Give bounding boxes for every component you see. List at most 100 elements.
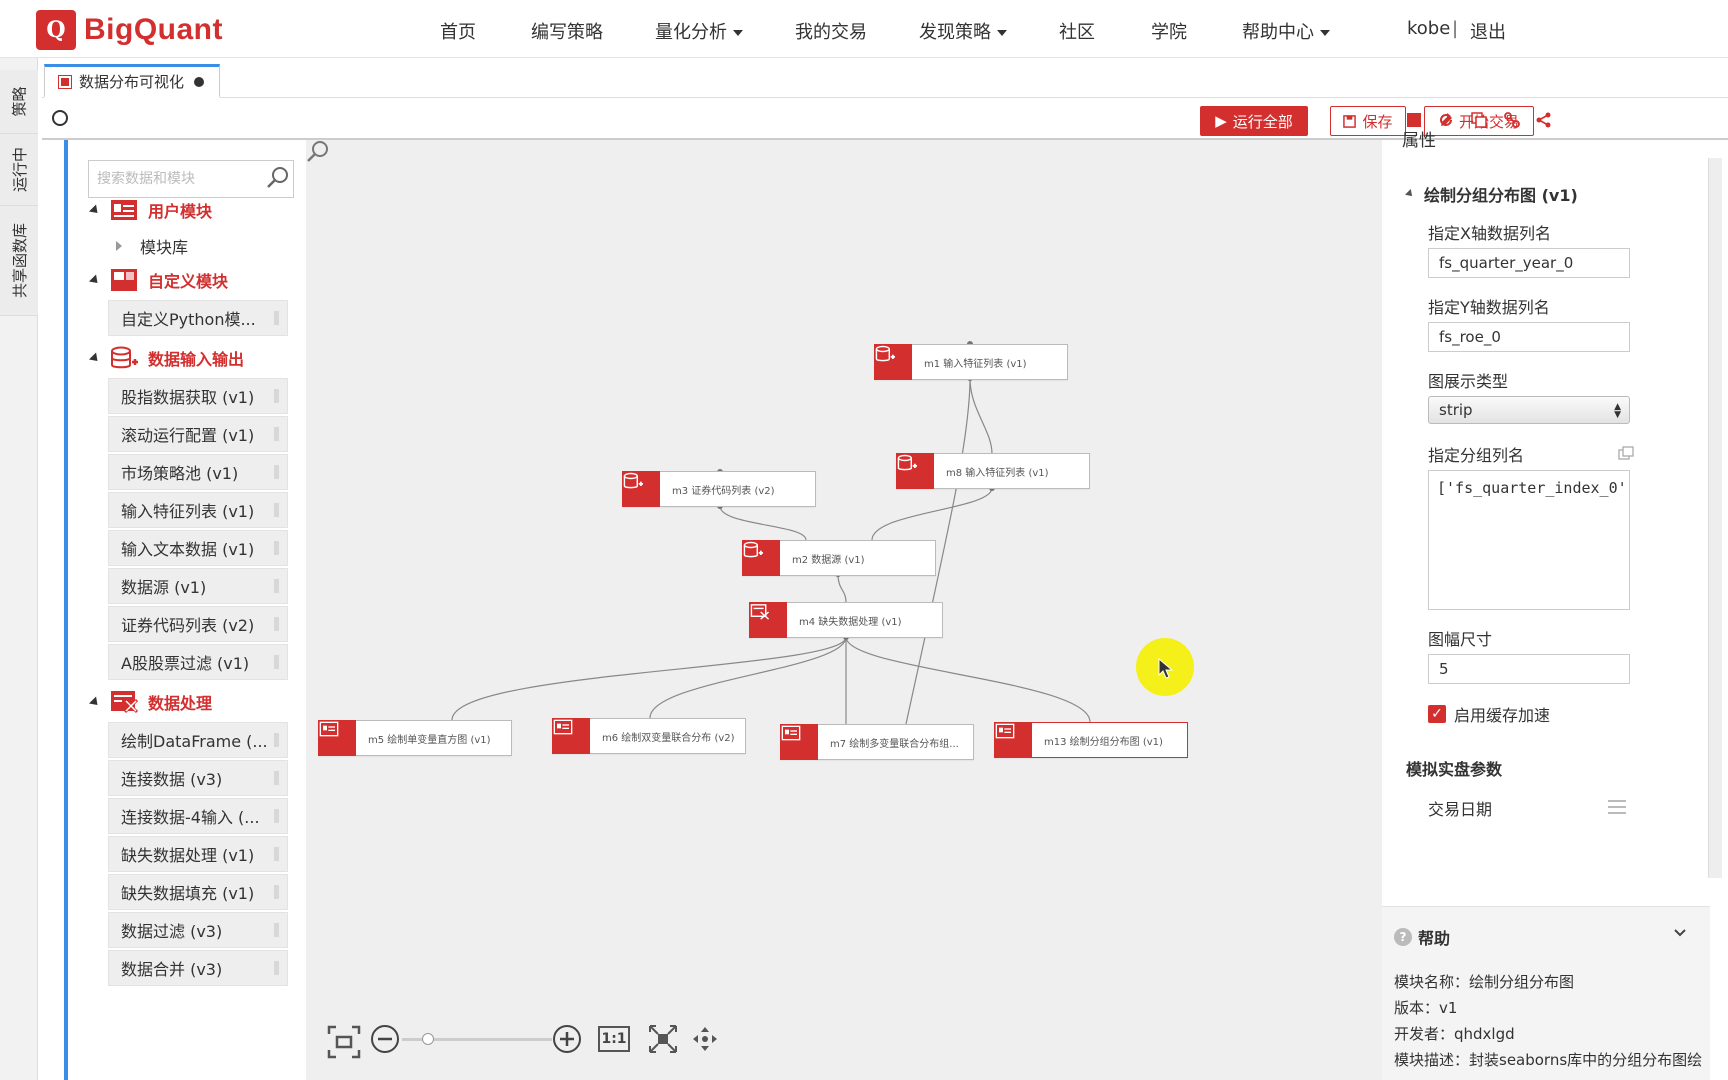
node-m8[interactable]: m8 输入特征列表 (v1) bbox=[896, 453, 1090, 489]
help-developer: 开发者：qhdxlgd bbox=[1394, 1025, 1515, 1043]
nav-my-trades[interactable]: 我的交易 bbox=[795, 18, 867, 44]
list-item[interactable]: 股指数据获取 (v1) bbox=[108, 378, 288, 414]
nav-quant-analysis[interactable]: 量化分析 bbox=[655, 18, 743, 44]
y-column-label: 指定Y轴数据列名 bbox=[1428, 298, 1550, 317]
help-header[interactable]: ? 帮助 bbox=[1394, 925, 1450, 949]
help-version: 版本：v1 bbox=[1394, 999, 1458, 1017]
y-column-input[interactable] bbox=[1428, 322, 1630, 352]
properties-scrollbar[interactable] bbox=[1708, 158, 1722, 878]
document-tabbar: 数据分布可视化 bbox=[42, 58, 1728, 98]
expand-icon bbox=[88, 203, 102, 217]
list-item[interactable]: 缺失数据填充 (v1) bbox=[108, 874, 288, 910]
workflow-canvas[interactable]: m1 输入特征列表 (v1) m8 输入特征列表 (v1) m3 证券代码列表 … bbox=[306, 140, 1382, 1080]
menu-icon[interactable] bbox=[1608, 800, 1626, 814]
node-m2[interactable]: m2 数据源 (v1) bbox=[742, 540, 936, 576]
expand-editor-icon[interactable] bbox=[1618, 446, 1634, 460]
database-add-icon bbox=[111, 346, 138, 369]
list-item[interactable]: 数据源 (v1) bbox=[108, 568, 288, 604]
node-m7[interactable]: m7 绘制多变量联合分布组... bbox=[780, 724, 974, 760]
save-button[interactable]: 保存 bbox=[1330, 106, 1406, 136]
module-store-node[interactable]: 模块库 bbox=[116, 234, 188, 258]
node-label: m1 输入特征列表 (v1) bbox=[924, 358, 1027, 370]
group-custom-modules[interactable]: 自定义模块 bbox=[88, 268, 228, 292]
list-item[interactable]: 自定义Python模... bbox=[108, 300, 288, 336]
nav-write-strategy[interactable]: 编写策略 bbox=[531, 18, 603, 44]
nav-discover-label: 发现策略 bbox=[919, 22, 991, 43]
fit-screen-icon[interactable] bbox=[326, 1024, 362, 1060]
node-m5[interactable]: m5 绘制单变量直方图 (v1) bbox=[318, 720, 512, 756]
list-item[interactable]: 连接数据 (v3) bbox=[108, 760, 288, 796]
run-all-button[interactable]: ▶ 运行全部 bbox=[1200, 106, 1308, 136]
brand-logo[interactable]: Q BigQuant bbox=[36, 10, 223, 50]
list-item[interactable]: 输入文本数据 (v1) bbox=[108, 530, 288, 566]
nav-discover[interactable]: 发现策略 bbox=[919, 18, 1007, 44]
list-item[interactable]: 缺失数据处理 (v1) bbox=[108, 836, 288, 872]
copy-icon[interactable] bbox=[1469, 110, 1489, 130]
zoom-slider-handle[interactable] bbox=[422, 1033, 434, 1045]
list-item[interactable]: 数据过滤 (v3) bbox=[108, 912, 288, 948]
list-item[interactable]: 市场策略池 (v1) bbox=[108, 454, 288, 490]
zoom-controls: 1:1 bbox=[306, 990, 1382, 1080]
share-icon[interactable] bbox=[1534, 110, 1554, 130]
canvas-search-icon[interactable] bbox=[306, 140, 330, 164]
refresh-icon[interactable] bbox=[1436, 110, 1456, 130]
link-icon[interactable] bbox=[1502, 110, 1522, 130]
chevron-down-icon[interactable] bbox=[1674, 929, 1686, 937]
node-m3[interactable]: m3 证券代码列表 (v2) bbox=[622, 471, 816, 507]
group-column-textarea[interactable]: ['fs_quarter_index_0' bbox=[1428, 470, 1630, 610]
nav-home[interactable]: 首页 bbox=[440, 18, 476, 44]
mouse-cursor-icon bbox=[1158, 658, 1174, 679]
list-item[interactable]: 连接数据-4输入 (... bbox=[108, 798, 288, 834]
module-store-label: 模块库 bbox=[140, 238, 189, 257]
status-circle-icon[interactable] bbox=[52, 110, 68, 126]
side-tab-shared-functions[interactable]: 共享函数库 bbox=[0, 206, 38, 316]
x-column-input[interactable] bbox=[1428, 248, 1630, 278]
group-data-processing[interactable]: 数据处理 bbox=[88, 690, 213, 714]
collapse-icon bbox=[1405, 189, 1415, 199]
node-m6[interactable]: m6 绘制双变量联合分布 (v2) bbox=[552, 718, 746, 754]
list-item[interactable]: 输入特征列表 (v1) bbox=[108, 492, 288, 528]
group-user-modules[interactable]: 用户模块 bbox=[88, 198, 213, 222]
list-item[interactable]: 证券代码列表 (v2) bbox=[108, 606, 288, 642]
node-m1[interactable]: m1 输入特征列表 (v1) bbox=[874, 344, 1068, 380]
node-label: m6 绘制双变量联合分布 (v2) bbox=[602, 732, 735, 744]
list-item[interactable]: 绘制DataFrame (... bbox=[108, 722, 288, 758]
side-tab-strategy[interactable]: 策略 bbox=[0, 70, 38, 134]
node-label: m4 缺失数据处理 (v1) bbox=[799, 616, 902, 628]
module-search-input[interactable] bbox=[88, 160, 294, 198]
group-data-processing-label: 数据处理 bbox=[148, 694, 213, 713]
fullscreen-icon[interactable] bbox=[648, 1024, 678, 1054]
logout-link[interactable]: 退出 bbox=[1470, 18, 1506, 44]
list-item[interactable]: A股股票过滤 (v1) bbox=[108, 644, 288, 680]
figure-size-input[interactable] bbox=[1428, 654, 1630, 684]
side-tab-running[interactable]: 运行中 bbox=[0, 134, 38, 206]
top-navbar: Q BigQuant 首页 编写策略 量化分析 我的交易 发现策略 社区 学院 … bbox=[0, 0, 1728, 58]
chart-type-label: 图展示类型 bbox=[1428, 372, 1509, 391]
cache-checkbox[interactable]: ✓ 启用缓存加速 bbox=[1428, 702, 1550, 726]
document-tab[interactable]: 数据分布可视化 bbox=[44, 64, 220, 98]
nav-community[interactable]: 社区 bbox=[1059, 18, 1095, 44]
chevron-down-icon bbox=[997, 30, 1007, 36]
data-process-icon bbox=[749, 602, 787, 638]
node-m4[interactable]: m4 缺失数据处理 (v1) bbox=[749, 602, 943, 638]
nav-help-center[interactable]: 帮助中心 bbox=[1242, 18, 1330, 44]
zoom-in-icon[interactable] bbox=[552, 1024, 582, 1054]
nav-academy[interactable]: 学院 bbox=[1151, 18, 1187, 44]
close-icon[interactable] bbox=[194, 76, 205, 87]
zoom-out-icon[interactable] bbox=[370, 1024, 400, 1054]
properties-title: 属性 bbox=[1402, 131, 1436, 151]
user-card-icon bbox=[318, 720, 356, 756]
chart-type-select[interactable]: strip ▲ ▼ bbox=[1428, 396, 1630, 424]
group-user-modules-label: 用户模块 bbox=[148, 202, 213, 221]
list-item[interactable]: 滚动运行配置 (v1) bbox=[108, 416, 288, 452]
zoom-reset-button[interactable]: 1:1 bbox=[598, 1026, 630, 1052]
search-icon[interactable] bbox=[266, 166, 290, 190]
properties-section-header[interactable]: 绘制分组分布图 (v1) bbox=[1405, 182, 1578, 206]
group-data-io[interactable]: 数据输入输出 bbox=[88, 346, 244, 370]
pan-icon[interactable] bbox=[690, 1024, 720, 1054]
user-name[interactable]: kobe bbox=[1407, 18, 1450, 39]
nav-quant-analysis-label: 量化分析 bbox=[655, 22, 727, 43]
list-item[interactable]: 数据合并 (v3) bbox=[108, 950, 288, 986]
node-m13[interactable]: m13 绘制分组分布图 (v1) bbox=[994, 722, 1188, 758]
user-card-icon bbox=[552, 718, 590, 754]
